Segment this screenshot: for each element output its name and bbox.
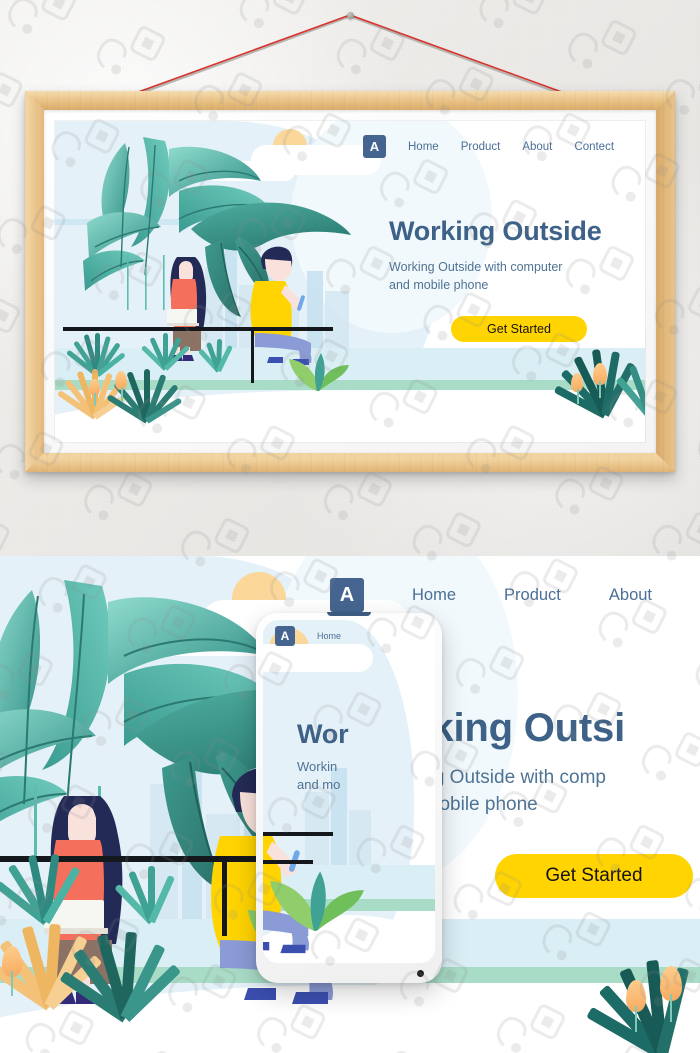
screenshot-root: A Home Product About Contect Working Out… (0, 0, 700, 1053)
hero-subtitle-line1: Working Outside with computer (389, 259, 563, 274)
bench-seat (63, 327, 333, 331)
site-navbar-enlarged: A Home Product About Co (330, 578, 700, 612)
hero-block-phone: Wor Workin and mo (297, 720, 435, 793)
tulip-right-lg-1 (626, 980, 646, 1032)
hero-block: Working Outside Working Outside with com… (389, 216, 639, 342)
hero-cta-button-enlarged[interactable]: Get Started (495, 854, 693, 899)
hero-cta-button[interactable]: Get Started (451, 315, 587, 342)
tulip-right-2 (593, 363, 607, 399)
bench-seat-phone (263, 832, 333, 836)
frame-edge-right (656, 91, 675, 472)
nav-item-home[interactable]: Home (408, 141, 439, 153)
fan-plant-mid-2 (195, 338, 237, 373)
fan-plant-right-dark-lg (586, 959, 700, 1053)
nav-item-contect[interactable]: Contect (574, 141, 614, 153)
bench-leg-right-lg (222, 860, 227, 936)
tulip-right-lg-2 (660, 966, 682, 1023)
nav-item-about-enlarged[interactable]: About (609, 586, 652, 605)
person-man-with-phone (247, 241, 333, 367)
brand-logo[interactable]: A (363, 135, 386, 158)
tulip-left-1 (89, 379, 100, 407)
hero-subtitle-line2-phone: and mo (297, 776, 341, 792)
tulip-left-lg-1 (2, 946, 22, 996)
phone-camera-dot (417, 970, 424, 977)
nav-item-product[interactable]: Product (461, 141, 501, 153)
brand-logo-enlarged[interactable]: A (330, 578, 364, 612)
hero-subtitle-line2: and mobile phone (389, 277, 489, 292)
site-navbar: A Home Product About Contect (363, 135, 614, 158)
nav-item-about[interactable]: About (522, 141, 552, 153)
frame-edge-bottom (25, 453, 675, 472)
hero-title: Working Outside (389, 216, 602, 246)
sprout-right (287, 351, 351, 398)
frame-mat: A Home Product About Contect Working Out… (44, 110, 656, 453)
fan-plant-mid (139, 333, 191, 371)
brand-logo-phone[interactable]: A (275, 626, 295, 646)
frame-edge-top (25, 91, 675, 110)
fan-plant-mid-lg (110, 866, 186, 925)
wall-nail (347, 12, 354, 19)
sprout-phone (267, 868, 367, 939)
fan-plant-right-light (609, 361, 645, 420)
bench-rail-phone (263, 860, 313, 864)
nav-item-product-enlarged[interactable]: Product (504, 586, 561, 605)
frame-edge-left (25, 91, 44, 472)
phone-mockup: A Home Wor Workin and mo (256, 612, 442, 983)
fan-plant-left-lg (0, 854, 88, 926)
nav-item-home-enlarged[interactable]: Home (412, 586, 456, 605)
picture-frame: A Home Product About Contect Working Out… (25, 91, 675, 472)
nav-item-home-phone[interactable]: Home (317, 631, 341, 641)
phone-notch (327, 612, 371, 616)
hero-title-phone: Wor (297, 719, 349, 749)
hero-subtitle-line1-phone: Workin (297, 759, 338, 775)
fan-plant-dark-left-lg (59, 931, 182, 1023)
cloud-phone (263, 644, 373, 672)
tulip-right-1 (571, 373, 583, 405)
phone-screen: A Home Wor Workin and mo (263, 620, 435, 963)
phone-navbar: A Home (275, 626, 341, 646)
bench-leg-right (251, 329, 254, 383)
tulip-left-2 (115, 371, 127, 403)
framed-artwork: A Home Product About Contect Working Out… (55, 121, 645, 442)
